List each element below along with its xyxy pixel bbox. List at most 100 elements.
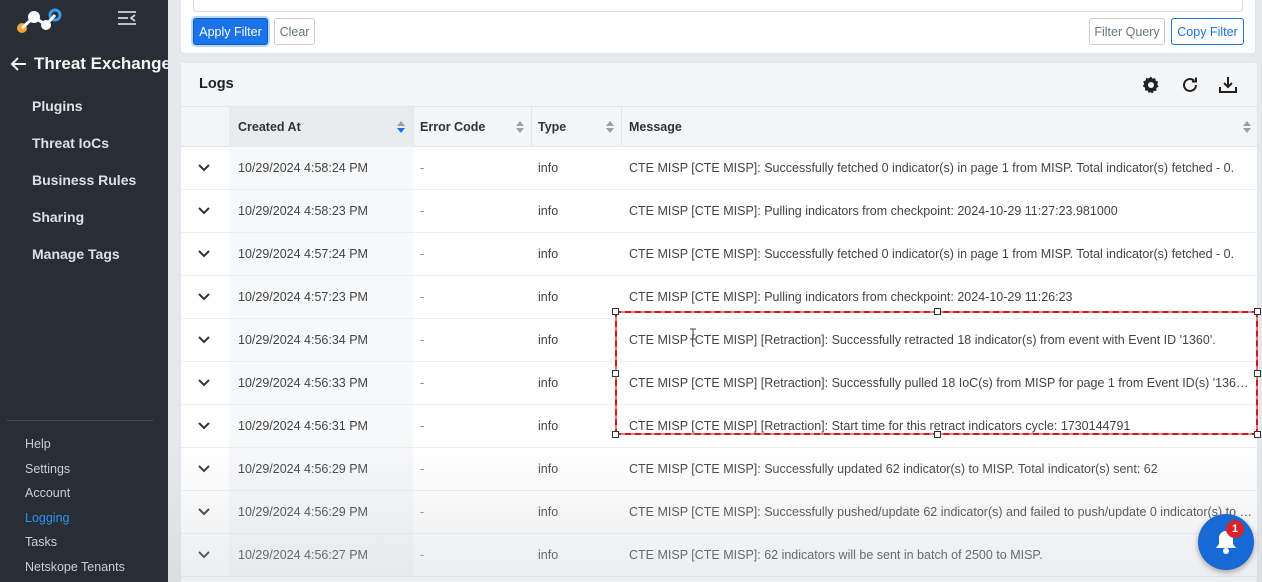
sidebar-item-netskope-tenants[interactable]: Netskope Tenants — [25, 557, 125, 582]
section-title: Threat Exchange — [34, 54, 171, 73]
cell-created-at: 10/29/2024 4:56:29 PM — [238, 462, 368, 476]
chevron-down-icon[interactable] — [197, 376, 211, 390]
cell-type: info — [538, 376, 559, 390]
cell-error-code: - — [420, 290, 425, 304]
sidebar-item-logging[interactable]: Logging — [25, 508, 125, 533]
cell-error-code: - — [420, 419, 425, 433]
text-cursor-icon — [690, 328, 696, 340]
sidebar-bottom-nav: Help Settings Account Logging Tasks Nets… — [25, 434, 125, 582]
chevron-down-icon[interactable] — [197, 161, 211, 175]
download-icon[interactable] — [1218, 75, 1238, 95]
cell-error-code: - — [420, 161, 425, 175]
cell-message: CTE MISP [CTE MISP] [Retraction]: Succes… — [629, 376, 1255, 390]
cell-type: info — [538, 247, 559, 261]
sort-icon[interactable] — [606, 121, 614, 133]
cell-type: info — [538, 161, 559, 175]
sort-icon[interactable] — [1243, 121, 1251, 133]
sidebar-item-business-rules[interactable]: Business Rules — [32, 169, 136, 206]
cell-message: CTE MISP [CTE MISP]: Pulling indicators … — [629, 290, 1073, 304]
logs-table-header: Created At Error Code Type Message — [181, 107, 1257, 147]
refresh-icon[interactable] — [1180, 75, 1200, 95]
back-to-threat-exchange[interactable]: Threat Exchange — [10, 52, 171, 76]
netskope-logo-icon[interactable] — [16, 8, 62, 34]
column-header-type[interactable]: Type — [538, 107, 620, 147]
sidebar-item-tasks[interactable]: Tasks — [25, 532, 125, 557]
filter-query-button[interactable]: Filter Query — [1089, 18, 1165, 45]
table-row[interactable]: 10/29/2024 4:56:29 PM - info CTE MISP [C… — [181, 491, 1257, 534]
sidebar-item-sharing[interactable]: Sharing — [32, 206, 136, 243]
cell-message: CTE MISP [CTE MISP]: Successfully fetche… — [629, 247, 1235, 261]
cell-message: CTE MISP [CTE MISP]: Pulling indicators … — [629, 204, 1118, 218]
sort-icon[interactable] — [516, 121, 524, 133]
arrow-left-icon — [10, 57, 26, 71]
logs-table-body: 10/29/2024 4:58:24 PM - info CTE MISP [C… — [181, 147, 1257, 577]
notification-button[interactable]: 1 — [1198, 514, 1254, 570]
table-row[interactable]: 10/29/2024 4:56:33 PM - info CTE MISP [C… — [181, 362, 1257, 405]
chevron-down-icon[interactable] — [197, 204, 211, 218]
copy-filter-button[interactable]: Copy Filter — [1171, 18, 1244, 45]
cell-message: CTE MISP [CTE MISP]: 62 indicators will … — [629, 548, 1043, 562]
column-separator — [621, 107, 622, 147]
cell-type: info — [538, 462, 559, 476]
cell-type: info — [538, 419, 559, 433]
sidebar-item-threat-iocs[interactable]: Threat IoCs — [32, 132, 136, 169]
chevron-down-icon[interactable] — [197, 548, 211, 562]
cell-created-at: 10/29/2024 4:56:27 PM — [238, 548, 368, 562]
table-row[interactable]: 10/29/2024 4:56:34 PM - info CTE MISP [C… — [181, 319, 1257, 362]
notification-badge: 1 — [1226, 520, 1244, 538]
cell-created-at: 10/29/2024 4:58:24 PM — [238, 161, 368, 175]
column-separator — [413, 107, 414, 147]
cell-created-at: 10/29/2024 4:56:29 PM — [238, 505, 368, 519]
main-content: Apply Filter Clear Filter Query Copy Fil… — [168, 0, 1262, 582]
sidebar-item-help[interactable]: Help — [25, 434, 125, 459]
column-header-message[interactable]: Message — [629, 107, 1255, 147]
cell-type: info — [538, 290, 559, 304]
filter-panel: Apply Filter Clear Filter Query Copy Fil… — [180, 0, 1256, 54]
menu-collapse-icon[interactable] — [117, 10, 137, 26]
cell-error-code: - — [420, 505, 425, 519]
cell-created-at: 10/29/2024 4:57:23 PM — [238, 290, 368, 304]
sidebar: Threat Exchange Plugins Threat IoCs Busi… — [0, 0, 171, 582]
chevron-down-icon[interactable] — [197, 247, 211, 261]
gear-icon[interactable] — [1141, 75, 1161, 95]
table-row[interactable]: 10/29/2024 4:56:29 PM - info CTE MISP [C… — [181, 448, 1257, 491]
table-row[interactable]: 10/29/2024 4:56:27 PM - info CTE MISP [C… — [181, 534, 1257, 577]
cell-message: CTE MISP [CTE MISP]: Successfully pushed… — [629, 505, 1255, 519]
cell-type: info — [538, 204, 559, 218]
apply-filter-button[interactable]: Apply Filter — [193, 18, 268, 45]
table-row[interactable]: 10/29/2024 4:58:23 PM - info CTE MISP [C… — [181, 190, 1257, 233]
cell-message: CTE MISP [CTE MISP]: Successfully fetche… — [629, 161, 1235, 175]
chevron-down-icon[interactable] — [197, 333, 211, 347]
chevron-down-icon[interactable] — [197, 419, 211, 433]
cell-error-code: - — [420, 204, 425, 218]
cell-type: info — [538, 505, 559, 519]
table-row[interactable]: 10/29/2024 4:57:24 PM - info CTE MISP [C… — [181, 233, 1257, 276]
clear-filter-button[interactable]: Clear — [274, 18, 315, 45]
cell-message: CTE MISP [CTE MISP] [Retraction]: Succes… — [629, 333, 1216, 347]
filter-query-input[interactable] — [193, 0, 1243, 12]
sidebar-nav: Plugins Threat IoCs Business Rules Shari… — [32, 95, 136, 280]
cell-type: info — [538, 548, 559, 562]
cell-message: CTE MISP [CTE MISP] [Retraction]: Start … — [629, 419, 1131, 433]
cell-created-at: 10/29/2024 4:57:24 PM — [238, 247, 368, 261]
sort-icon[interactable] — [397, 121, 405, 133]
table-row[interactable]: 10/29/2024 4:57:23 PM - info CTE MISP [C… — [181, 276, 1257, 319]
cell-created-at: 10/29/2024 4:58:23 PM — [238, 204, 368, 218]
cell-error-code: - — [420, 376, 425, 390]
table-row[interactable]: 10/29/2024 4:58:24 PM - info CTE MISP [C… — [181, 147, 1257, 190]
cell-error-code: - — [420, 247, 425, 261]
cell-error-code: - — [420, 548, 425, 562]
chevron-down-icon[interactable] — [197, 505, 211, 519]
chevron-down-icon[interactable] — [197, 290, 211, 304]
sidebar-item-plugins[interactable]: Plugins — [32, 95, 136, 132]
column-header-created-at[interactable]: Created At — [229, 107, 413, 147]
sidebar-item-manage-tags[interactable]: Manage Tags — [32, 243, 136, 280]
table-row[interactable]: 10/29/2024 4:56:31 PM - info CTE MISP [C… — [181, 405, 1257, 448]
sidebar-item-settings[interactable]: Settings — [25, 459, 125, 484]
cell-type: info — [538, 333, 559, 347]
chevron-down-icon[interactable] — [197, 462, 211, 476]
sidebar-item-account[interactable]: Account — [25, 483, 125, 508]
column-separator — [531, 107, 532, 147]
column-header-error-code[interactable]: Error Code — [420, 107, 530, 147]
cell-created-at: 10/29/2024 4:56:33 PM — [238, 376, 368, 390]
